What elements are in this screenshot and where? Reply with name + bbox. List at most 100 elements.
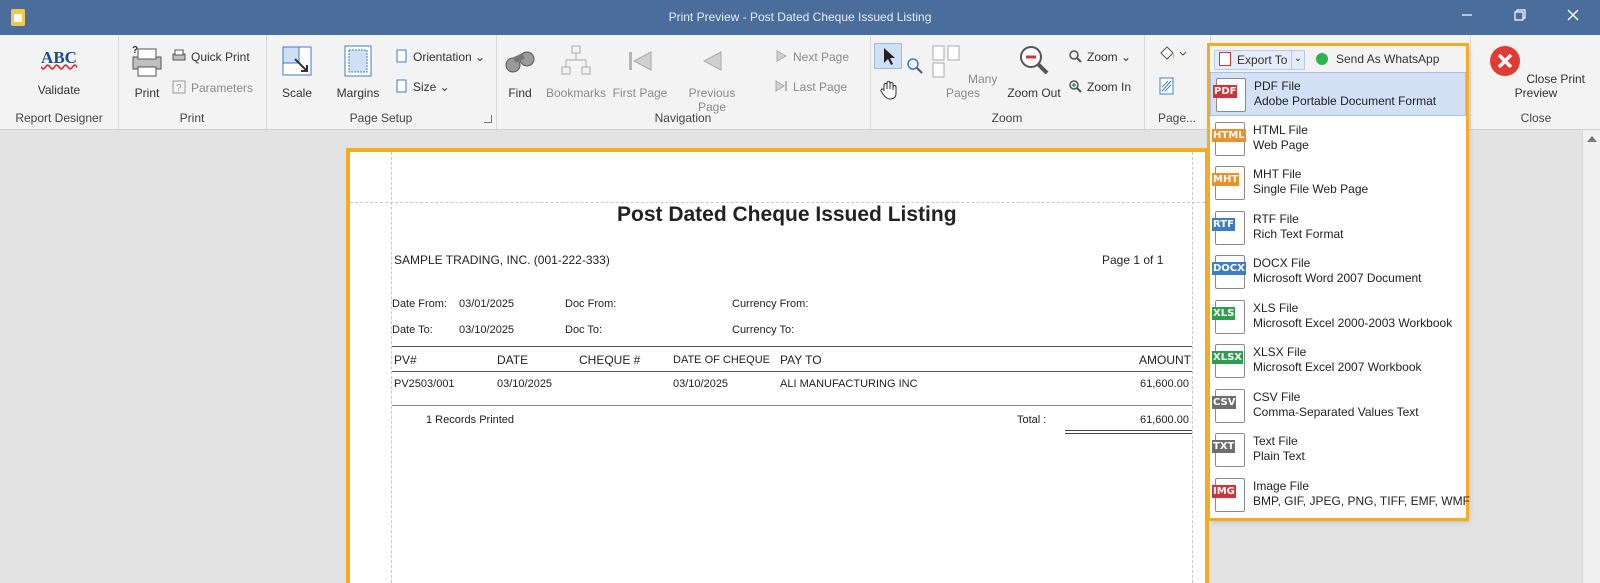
row-amount: 61,600.00 [1140, 378, 1189, 390]
export-menu-item-xlsx[interactable]: XLSX XLSX File Microsoft Excel 2007 Workbo… [1210, 339, 1466, 383]
export-menu-item-txt[interactable]: TXT Text File Plain Text [1210, 428, 1466, 472]
restore-icon [1514, 9, 1526, 21]
group-label: Page Setup [349, 111, 413, 125]
export-menu-item-xls[interactable]: XLS XLS File Microsoft Excel 2000-2003 Wor… [1210, 295, 1466, 339]
next-page-button[interactable]: Next Page [774, 49, 849, 64]
col-header-amount: AMOUNT [1139, 353, 1191, 367]
watermark-button[interactable] [1158, 77, 1176, 98]
watermark-icon [1159, 77, 1174, 95]
find-button[interactable]: Find [500, 43, 540, 100]
send-whatsapp-button[interactable]: Send As WhatsApp [1316, 50, 1439, 68]
export-format-description: Microsoft Excel 2007 Workbook [1253, 360, 1422, 374]
img-file-icon: IMG [1212, 477, 1245, 512]
group-label: Page... [1157, 111, 1197, 125]
page-color-button[interactable] [1158, 45, 1188, 66]
export-menu-item-html[interactable]: HTML HTML File Web Page [1210, 117, 1466, 161]
validate-button[interactable]: ABC Validate [26, 43, 92, 97]
orientation-button[interactable]: Orientation ⌄ [394, 49, 485, 64]
col-header-date: DATE [497, 353, 529, 367]
zoom-tool-button[interactable] [906, 57, 924, 75]
export-to-dropdown-arrow[interactable]: ⌄ [1291, 50, 1305, 70]
report-title: Post Dated Cheque Issued Listing [617, 203, 957, 226]
paint-bucket-icon [1160, 46, 1187, 60]
svg-text:?: ? [176, 83, 182, 94]
hand-tool-button[interactable] [878, 79, 900, 101]
close-print-preview-label: Close Print Preview [1514, 72, 1586, 100]
export-format-description: Web Page [1253, 137, 1309, 152]
export-dropdown-menu: Export To ⌄ Send As WhatsApp PDF PDF File… [1210, 46, 1470, 518]
date-to-label: Date To: [392, 324, 433, 336]
export-menu-item-rtf[interactable]: RTF RTF File Rich Text Format [1210, 206, 1466, 250]
last-page-label: Last Page [793, 80, 848, 94]
company-name: SAMPLE TRADING, INC. (001-222-333) [394, 253, 610, 267]
zoom-out-label: Zoom Out [1007, 86, 1061, 100]
zoom-dropdown-button[interactable]: Zoom ⌄ [1068, 49, 1131, 64]
margins-button[interactable]: Margins [330, 43, 386, 100]
group-close: Close Print Preview Close [1470, 35, 1600, 129]
send-whatsapp-label: Send As WhatsApp [1336, 52, 1440, 66]
last-page-button[interactable]: Last Page [774, 79, 847, 94]
total-amount: 61,600.00 [1140, 414, 1189, 426]
bookmarks-label: Bookmarks [546, 86, 607, 100]
col-header-cheque: CHEQUE # [579, 353, 641, 367]
export-menu-item-pdf[interactable]: PDF PDF File Adobe Portable Document Forma… [1210, 72, 1466, 116]
rtf-file-icon: RTF [1212, 210, 1245, 245]
parameters-button[interactable]: ? Parameters [172, 80, 253, 95]
minimize-button[interactable] [1452, 6, 1482, 28]
size-button[interactable]: Size ⌄ [394, 79, 450, 94]
scale-button[interactable]: Scale [272, 43, 322, 100]
zoom-icon [1069, 50, 1082, 63]
magnifier-icon [907, 58, 923, 74]
export-menu-item-img[interactable]: IMG Image File BMP, GIF, JPEG, PNG, TIFF, … [1210, 473, 1470, 517]
svg-text:?: ? [132, 45, 138, 56]
first-page-button[interactable]: First Page [612, 43, 668, 100]
total-double-rule [1065, 430, 1192, 431]
previous-page-button[interactable]: Previous Page [674, 43, 750, 114]
zoom-in-button[interactable]: Zoom In [1068, 79, 1131, 94]
file-type-tag: XLSX [1212, 351, 1243, 364]
parameters-label: Parameters [191, 81, 254, 95]
export-menu-item-mht[interactable]: MHT MHT File Single File Web Page [1210, 161, 1466, 205]
doc-to-label: Doc To: [565, 324, 603, 336]
export-format-description: Adobe Portable Document Format [1254, 94, 1437, 108]
export-format-name: MHT File [1253, 167, 1302, 181]
date-from-label: Date From: [392, 298, 448, 310]
group-print: ? Print Quick Print ? Parameters Print [118, 35, 267, 129]
file-type-tag: TXT [1212, 440, 1236, 453]
row-pv: PV2503/001 [394, 378, 455, 390]
print-button[interactable]: ? Print [124, 43, 170, 100]
margin-guide [1192, 152, 1193, 583]
vertical-scrollbar[interactable] [1582, 130, 1600, 583]
zoom-in-icon [1069, 80, 1082, 93]
scale-icon [282, 46, 312, 76]
restore-button[interactable] [1505, 6, 1535, 28]
close-window-button[interactable] [1558, 6, 1588, 28]
col-header-pay-to: PAY TO [780, 353, 822, 367]
close-print-preview-button[interactable]: Close Print Preview [1471, 43, 1600, 100]
col-header-date-of-cheque: DATE OF CHEQUE [673, 354, 770, 366]
txt-file-icon: TXT [1212, 433, 1245, 467]
file-type-tag: DOCX [1212, 262, 1246, 275]
bookmarks-icon [561, 45, 591, 75]
page-setup-launcher-icon[interactable] [484, 115, 492, 123]
size-label: Size [413, 80, 437, 94]
bookmarks-button[interactable]: Bookmarks [546, 43, 606, 100]
export-format-name: CSV File [1253, 389, 1301, 404]
export-format-description: Microsoft Excel 2000-2003 Workbook [1253, 315, 1453, 330]
export-format-name: XLSX File [1253, 345, 1307, 359]
size-icon [396, 79, 407, 93]
export-menu-item-docx[interactable]: DOCX DOCX File Microsoft Word 2007 Documen… [1210, 250, 1466, 294]
export-format-name: Image File [1253, 478, 1310, 493]
scroll-up-icon[interactable] [1587, 136, 1597, 142]
pointer-button[interactable] [874, 43, 902, 69]
export-menu-item-csv[interactable]: CSV CSV File Comma-Separated Values Text [1210, 384, 1466, 428]
many-pages-button[interactable]: Many Pages [928, 43, 998, 100]
previous-page-icon [702, 51, 722, 71]
group-report-designer: ABC Validate Report Designer [0, 35, 119, 129]
quick-print-button[interactable]: Quick Print [172, 49, 250, 64]
printer-icon: ? [132, 45, 162, 77]
zoom-out-button[interactable]: Zoom Out [1004, 43, 1064, 100]
print-label: Print [134, 86, 160, 100]
first-page-icon [629, 51, 652, 71]
export-to-button[interactable]: Export To [1214, 50, 1293, 70]
